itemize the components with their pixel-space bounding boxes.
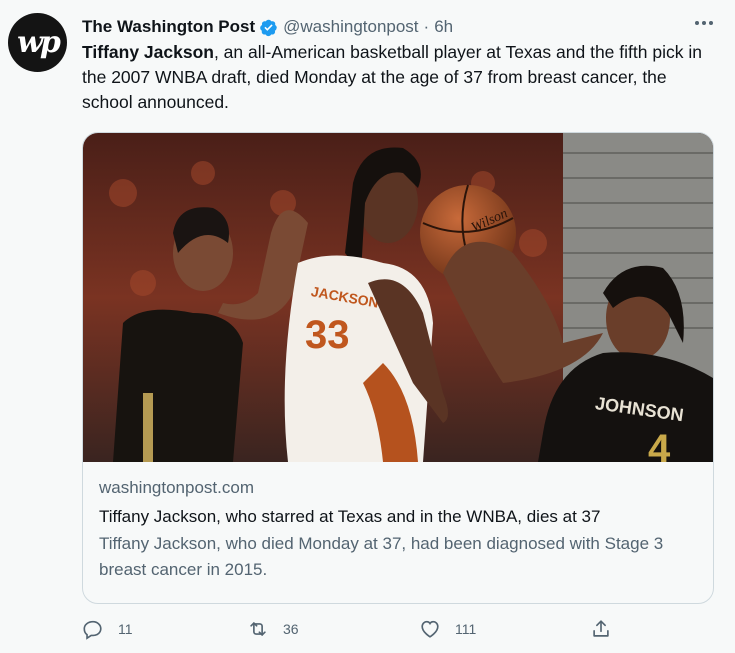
- reply-icon: [83, 620, 102, 640]
- tweet-actions: 11 36 111: [82, 618, 622, 648]
- tweet[interactable]: wp The Washington Post @washingtonpost ·…: [0, 0, 735, 653]
- tweet-text: Tiffany Jackson, an all-American basketb…: [82, 40, 702, 115]
- tweet-text-bold: Tiffany Jackson: [82, 42, 214, 62]
- author-handle[interactable]: @washingtonpost: [283, 17, 418, 37]
- card-body: washingtonpost.com Tiffany Jackson, who …: [99, 473, 699, 583]
- reply-button[interactable]: 11: [82, 618, 133, 640]
- avatar[interactable]: wp: [8, 13, 67, 72]
- retweet-button[interactable]: 36: [247, 618, 299, 640]
- retweet-icon: [250, 622, 266, 636]
- card-domain: washingtonpost.com: [99, 478, 254, 497]
- like-icon: [421, 620, 439, 638]
- link-card[interactable]: 33 JACKSON Wilson JOHNSON 4 washingtonpo…: [82, 132, 714, 604]
- card-title: Tiffany Jackson, who starred at Texas an…: [99, 507, 601, 526]
- card-description: Tiffany Jackson, who died Monday at 37, …: [99, 534, 664, 579]
- more-icon[interactable]: [695, 21, 713, 25]
- retweet-count: 36: [283, 621, 299, 637]
- jersey-number-right: 4: [648, 427, 671, 462]
- jersey-number-left: 33: [305, 313, 350, 357]
- reply-count: 11: [118, 621, 133, 637]
- like-button[interactable]: 111: [419, 618, 476, 640]
- card-photo: 33 JACKSON Wilson JOHNSON 4: [83, 133, 713, 462]
- tweet-time[interactable]: 6h: [434, 17, 453, 37]
- verified-badge-icon: [260, 19, 277, 36]
- avatar-logo: wp: [17, 25, 61, 60]
- share-button[interactable]: [590, 618, 612, 640]
- tweet-header: The Washington Post @washingtonpost · 6h: [82, 15, 453, 39]
- author-name[interactable]: The Washington Post: [82, 17, 255, 37]
- like-count: 111: [455, 621, 477, 637]
- share-icon: [593, 620, 609, 637]
- separator-dot: ·: [423, 17, 430, 36]
